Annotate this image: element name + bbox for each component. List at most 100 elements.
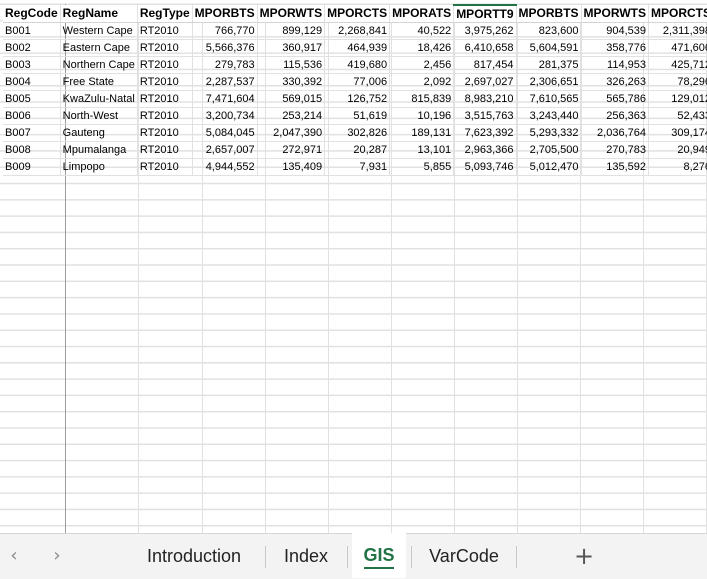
table-cell[interactable]: 326,263	[581, 73, 649, 91]
table-cell[interactable]: 5,084,045	[192, 124, 258, 142]
table-cell[interactable]: 2,268,841	[324, 22, 391, 40]
chevron-right-icon[interactable]: ›	[47, 546, 67, 566]
table-cell[interactable]: B006	[3, 107, 61, 125]
table-cell[interactable]: 77,006	[324, 73, 391, 91]
table-cell[interactable]: 360,917	[257, 39, 326, 57]
table-cell[interactable]: 5,855	[389, 158, 455, 176]
table-cell[interactable]: RT2010	[137, 90, 193, 108]
table-cell[interactable]: 7,610,565	[516, 90, 582, 108]
table-cell[interactable]: 419,680	[324, 56, 391, 74]
table-cell[interactable]: B009	[3, 158, 61, 176]
table-cell[interactable]: Eastern Cape	[60, 39, 138, 57]
table-cell[interactable]: 78,296	[648, 73, 707, 91]
table-cell[interactable]: 3,975,262	[453, 22, 517, 40]
table-cell[interactable]: 270,783	[581, 141, 649, 159]
table-cell[interactable]: 817,454	[453, 56, 517, 74]
table-cell[interactable]: RT2010	[137, 39, 193, 57]
table-cell[interactable]: B002	[3, 39, 61, 57]
worksheet-grid[interactable]: RegCode RegName RegType MPORBTS MPORWTS …	[0, 0, 707, 533]
header-cell[interactable]: RegCode	[3, 5, 61, 23]
table-cell[interactable]: 281,375	[516, 56, 582, 74]
tab-varcode[interactable]: VarCode	[418, 534, 510, 578]
table-cell[interactable]: Limpopo	[60, 158, 138, 176]
table-cell[interactable]: RT2010	[137, 22, 193, 40]
table-cell[interactable]: 13,101	[389, 141, 455, 159]
table-cell[interactable]: 904,539	[581, 22, 649, 40]
table-cell[interactable]: 815,839	[389, 90, 455, 108]
table-cell[interactable]: 330,392	[257, 73, 326, 91]
table-cell[interactable]: 2,657,007	[192, 141, 258, 159]
header-cell[interactable]: MPORCTS	[324, 5, 391, 23]
table-cell[interactable]: 126,752	[324, 90, 391, 108]
table-cell[interactable]: RT2010	[137, 124, 193, 142]
table-cell[interactable]: 2,306,651	[516, 73, 582, 91]
table-cell[interactable]: Western Cape	[60, 22, 138, 40]
table-cell[interactable]: RT2010	[137, 73, 193, 91]
header-cell[interactable]: MPORBTS	[192, 5, 258, 23]
table-cell[interactable]: 4,944,552	[192, 158, 258, 176]
plus-icon[interactable]: +	[570, 542, 598, 570]
table-cell[interactable]: 5,566,376	[192, 39, 258, 57]
table-cell[interactable]: 189,131	[389, 124, 455, 142]
tab-gis[interactable]: GIS	[352, 533, 406, 578]
table-cell[interactable]: 18,426	[389, 39, 455, 57]
table-cell[interactable]: B008	[3, 141, 61, 159]
table-cell[interactable]: 20,949	[648, 141, 707, 159]
table-cell[interactable]: 309,174	[648, 124, 707, 142]
table-cell[interactable]: B001	[3, 22, 61, 40]
table-cell[interactable]: 464,939	[324, 39, 391, 57]
table-cell[interactable]: 272,971	[257, 141, 326, 159]
header-cell[interactable]: MPORATS	[389, 5, 455, 23]
table-cell[interactable]: 899,129	[257, 22, 326, 40]
table-cell[interactable]: Northern Cape	[60, 56, 138, 74]
table-cell[interactable]: 7,931	[324, 158, 391, 176]
table-cell[interactable]: 135,409	[257, 158, 326, 176]
header-cell[interactable]: MPORWTS	[581, 5, 649, 23]
table-cell[interactable]: 8,983,210	[453, 90, 517, 108]
table-cell[interactable]: 2,047,390	[257, 124, 326, 142]
table-cell[interactable]: 7,623,392	[453, 124, 517, 142]
table-cell[interactable]: 8,276	[648, 158, 707, 176]
table-cell[interactable]: 425,712	[648, 56, 707, 74]
table-cell[interactable]: 279,783	[192, 56, 258, 74]
table-cell[interactable]: 302,826	[324, 124, 391, 142]
table-cell[interactable]: 2,092	[389, 73, 455, 91]
table-cell[interactable]: 52,433	[648, 107, 707, 125]
table-cell[interactable]: RT2010	[137, 56, 193, 74]
table-cell[interactable]: 10,196	[389, 107, 455, 125]
table-cell[interactable]: 6,410,658	[453, 39, 517, 57]
table-cell[interactable]: North-West	[60, 107, 138, 125]
table-cell[interactable]: 253,214	[257, 107, 326, 125]
table-cell[interactable]: 3,243,440	[516, 107, 582, 125]
header-cell[interactable]: RegType	[137, 5, 193, 23]
table-cell[interactable]: B004	[3, 73, 61, 91]
table-cell[interactable]: 2,036,764	[581, 124, 649, 142]
table-cell[interactable]: B005	[3, 90, 61, 108]
table-cell[interactable]: Mpumalanga	[60, 141, 138, 159]
table-cell[interactable]: 51,619	[324, 107, 391, 125]
table-cell[interactable]: Free State	[60, 73, 138, 91]
header-cell[interactable]: RegName	[60, 5, 138, 23]
table-cell[interactable]: Gauteng	[60, 124, 138, 142]
table-cell[interactable]: 7,471,604	[192, 90, 258, 108]
table-cell[interactable]: 40,522	[389, 22, 455, 40]
header-cell-selected[interactable]: MPORTT9	[453, 4, 517, 23]
table-cell[interactable]: 2,311,398	[648, 22, 707, 40]
table-cell[interactable]: 3,200,734	[192, 107, 258, 125]
header-cell[interactable]: MPORCTS	[648, 5, 707, 23]
tab-introduction[interactable]: Introduction	[130, 534, 258, 578]
table-cell[interactable]: 3,515,763	[453, 107, 517, 125]
table-cell[interactable]: 471,606	[648, 39, 707, 57]
table-cell[interactable]: 115,536	[257, 56, 326, 74]
table-cell[interactable]: RT2010	[137, 107, 193, 125]
table-cell[interactable]: 5,604,591	[516, 39, 582, 57]
table-cell[interactable]: B003	[3, 56, 61, 74]
table-cell[interactable]: 358,776	[581, 39, 649, 57]
tab-index[interactable]: Index	[272, 534, 340, 578]
table-cell[interactable]: 2,705,500	[516, 141, 582, 159]
table-cell[interactable]: RT2010	[137, 141, 193, 159]
table-cell[interactable]: 2,697,027	[453, 73, 517, 91]
table-cell[interactable]: 2,456	[389, 56, 455, 74]
table-cell[interactable]: 565,786	[581, 90, 649, 108]
header-cell[interactable]: MPORBTS	[516, 5, 582, 23]
